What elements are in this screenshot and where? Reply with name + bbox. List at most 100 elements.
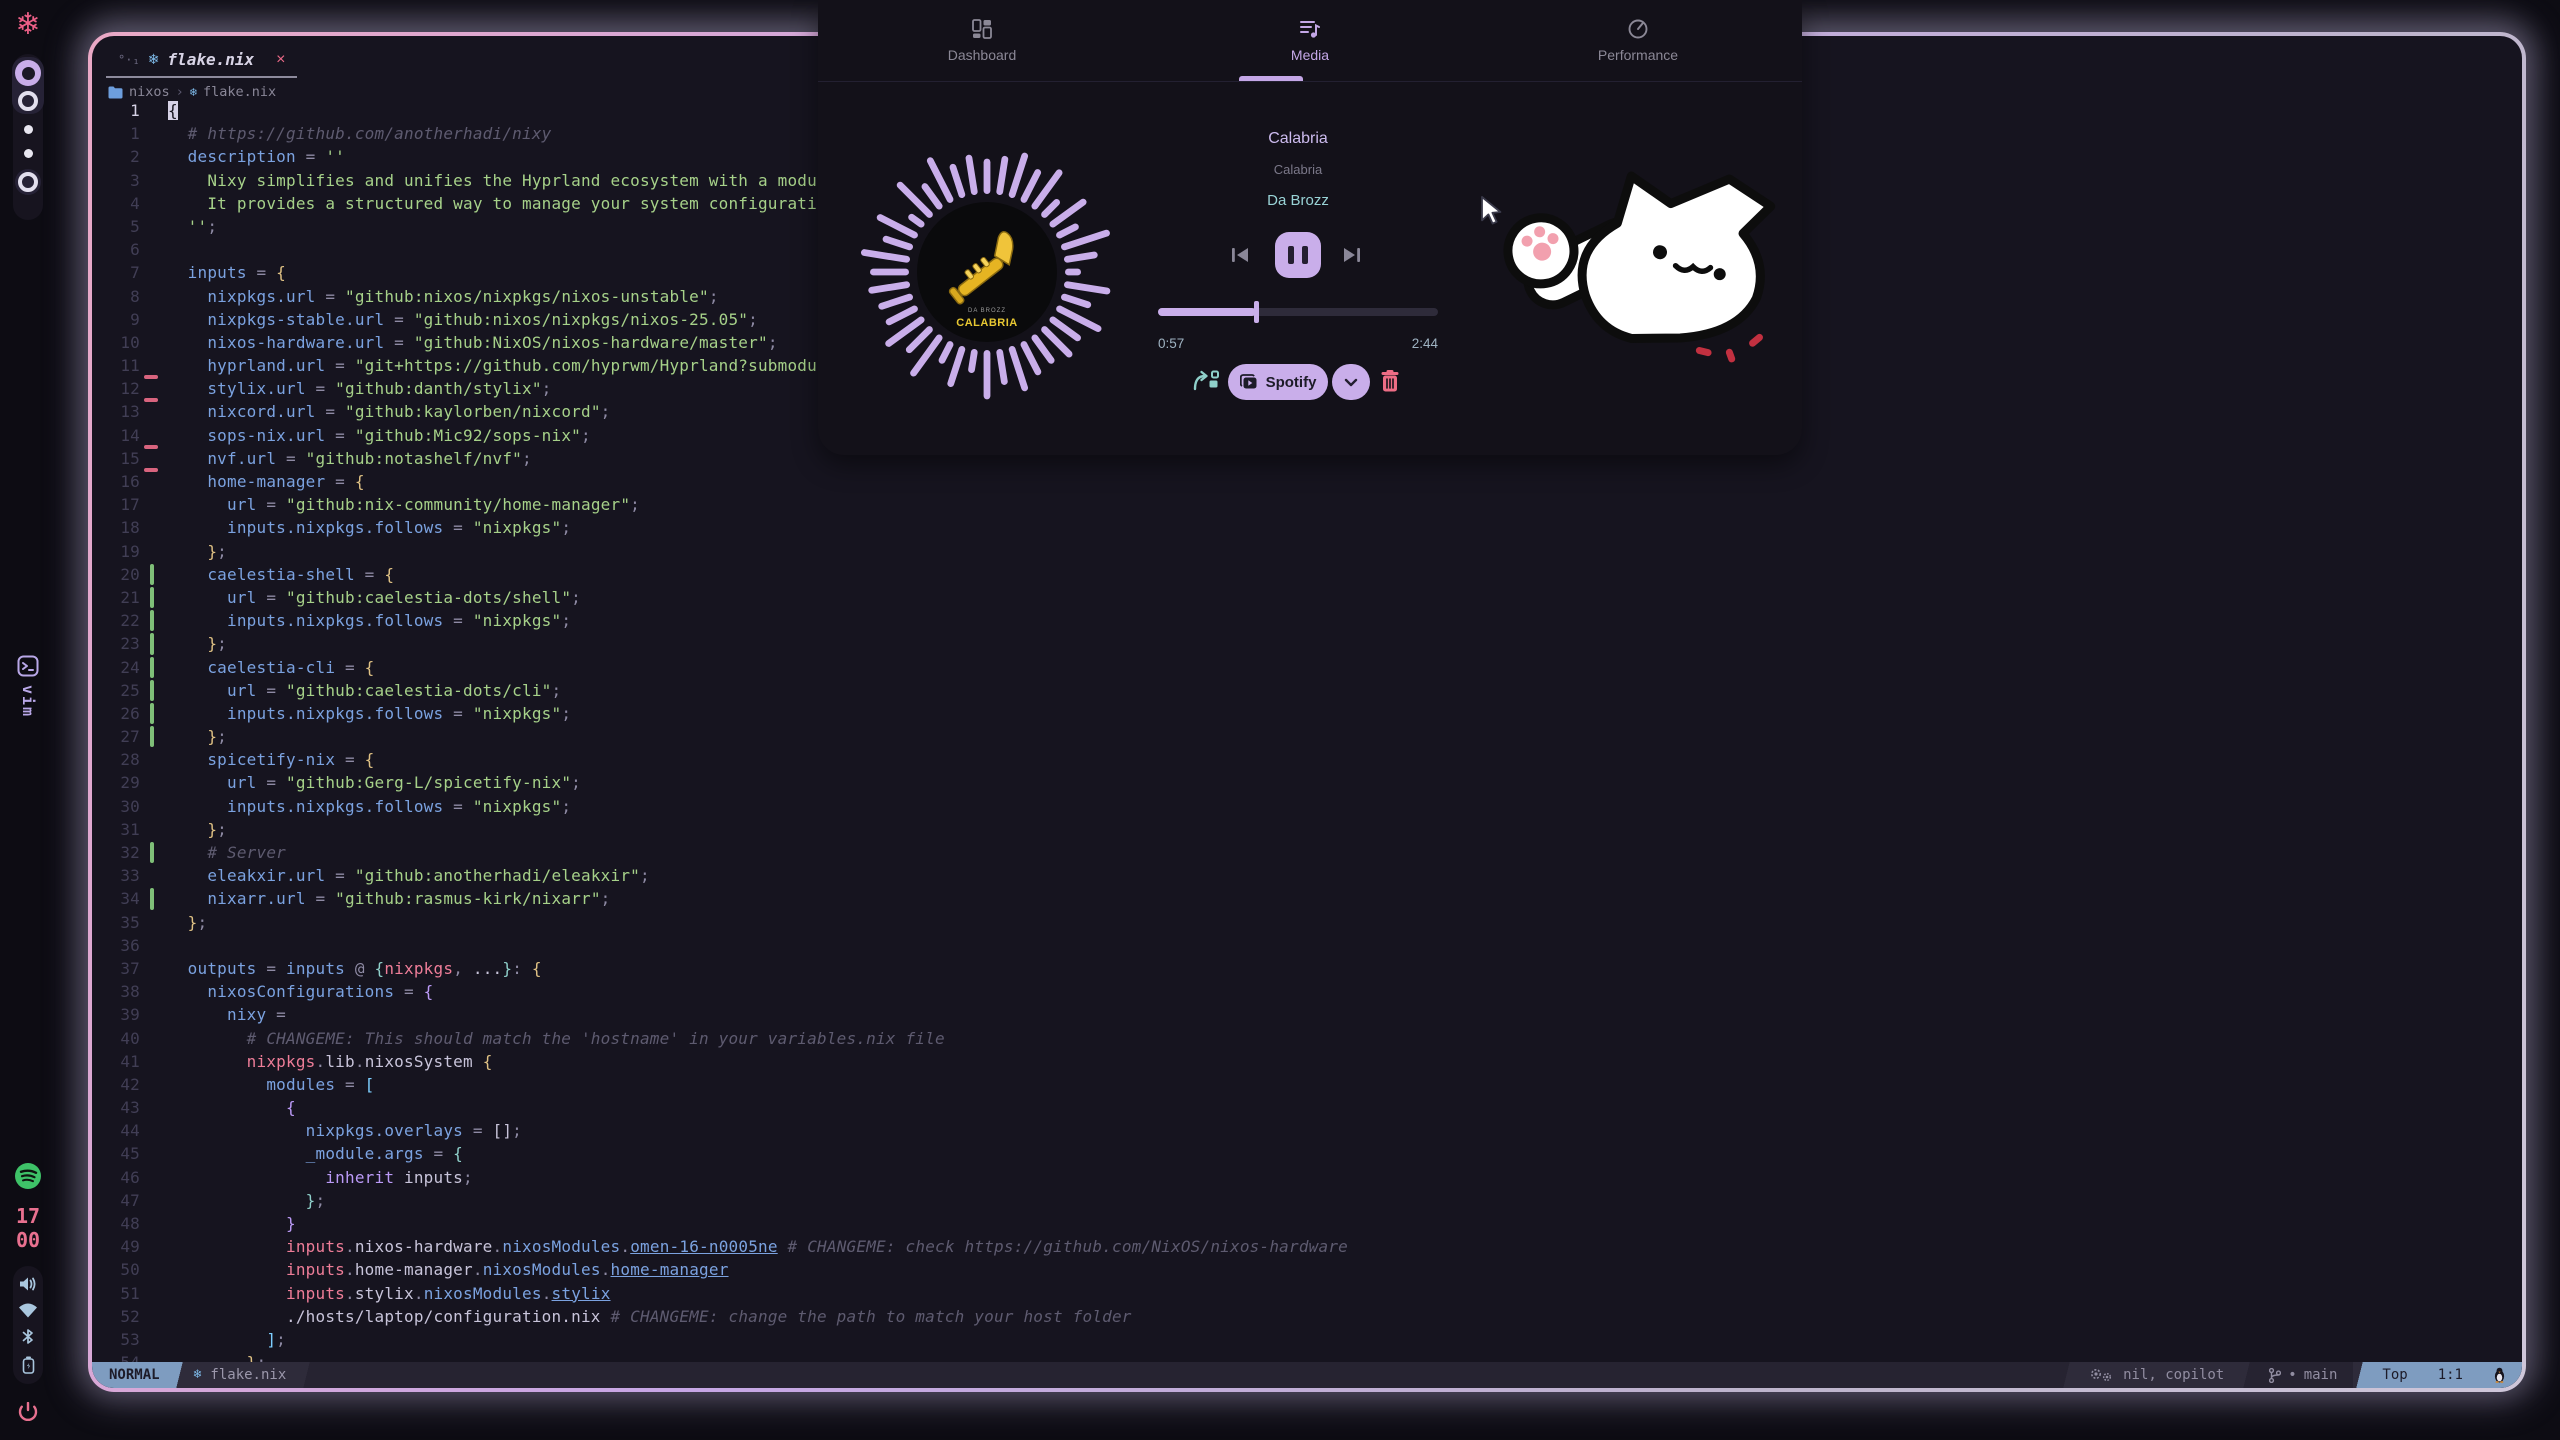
code-line[interactable]: 36 xyxy=(92,934,2522,957)
code-line[interactable]: 33 eleakxir.url = "github:anotherhadi/el… xyxy=(92,864,2522,887)
source-label: Spotify xyxy=(1266,374,1317,391)
line-number: 20 xyxy=(92,563,140,586)
code-line[interactable]: 34 nixarr.url = "github:rasmus-kirk/nixa… xyxy=(92,887,2522,910)
track-album: Calabria xyxy=(1118,162,1478,177)
clock-widget: 17 00 xyxy=(0,1204,56,1252)
code-line[interactable]: 27 }; xyxy=(92,725,2522,748)
code-line[interactable]: 40 # CHANGEME: This should match the 'ho… xyxy=(92,1027,2522,1050)
code-line[interactable]: 32 # Server xyxy=(92,841,2522,864)
previous-track-button[interactable] xyxy=(1228,243,1252,272)
code-text: url = "github:caelestia-dots/cli"; xyxy=(168,679,2522,702)
code-line[interactable]: 24 caelestia-cli = { xyxy=(92,656,2522,679)
line-number: 13 xyxy=(92,400,140,423)
workspace-3[interactable] xyxy=(24,125,33,134)
gutter-space xyxy=(140,215,168,238)
code-line[interactable]: 50 inputs.home-manager.nixosModules.home… xyxy=(92,1258,2522,1281)
code-text: nixarr.url = "github:rasmus-kirk/nixarr"… xyxy=(168,887,2522,910)
code-line[interactable]: 35 }; xyxy=(92,911,2522,934)
mouse-cursor xyxy=(1480,196,1506,226)
code-line[interactable]: 31 }; xyxy=(92,818,2522,841)
code-line[interactable]: 39 nixy = xyxy=(92,1003,2522,1026)
gutter-space xyxy=(140,1305,168,1328)
line-number: 34 xyxy=(92,887,140,910)
spotify-tray-icon[interactable] xyxy=(15,1163,41,1194)
workspace-2[interactable] xyxy=(18,91,38,111)
transfer-playback-button[interactable] xyxy=(1192,369,1220,400)
code-line[interactable]: 26 inputs.nixpkgs.follows = "nixpkgs"; xyxy=(92,702,2522,725)
code-text: url = "github:caelestia-dots/shell"; xyxy=(168,586,2522,609)
code-line[interactable]: 17 url = "github:nix-community/home-mana… xyxy=(92,493,2522,516)
code-text: ]; xyxy=(168,1328,2522,1351)
code-text: } xyxy=(168,1212,2522,1235)
code-line[interactable]: 25 url = "github:caelestia-dots/cli"; xyxy=(92,679,2522,702)
code-text: inputs.nixpkgs.follows = "nixpkgs"; xyxy=(168,516,2522,539)
code-line[interactable]: 49 inputs.nixos-hardware.nixosModules.om… xyxy=(92,1235,2522,1258)
code-line[interactable]: 16 home-manager = { xyxy=(92,470,2522,493)
code-line[interactable]: 41 nixpkgs.lib.nixosSystem { xyxy=(92,1050,2522,1073)
code-line[interactable]: 53 ]; xyxy=(92,1328,2522,1351)
line-number: 41 xyxy=(92,1050,140,1073)
gutter-space xyxy=(140,1328,168,1351)
gutter-space xyxy=(140,331,168,354)
git-branch[interactable]: • main xyxy=(2253,1362,2353,1388)
bluetooth-icon[interactable] xyxy=(22,1328,34,1345)
dashboard-grid-icon xyxy=(971,18,993,40)
code-line[interactable]: 22 inputs.nixpkgs.follows = "nixpkgs"; xyxy=(92,609,2522,632)
workspace-5[interactable] xyxy=(18,172,38,192)
breadcrumb-file[interactable]: flake.nix xyxy=(203,84,276,100)
code-line[interactable]: 30 inputs.nixpkgs.follows = "nixpkgs"; xyxy=(92,795,2522,818)
tab-performance[interactable]: Performance xyxy=(1474,0,1802,81)
workspace-1[interactable] xyxy=(15,60,41,86)
code-line[interactable]: 48 } xyxy=(92,1212,2522,1235)
line-number: 14 xyxy=(92,424,140,447)
pause-button[interactable] xyxy=(1275,232,1321,278)
code-line[interactable]: 29 url = "github:Gerg-L/spicetify-nix"; xyxy=(92,771,2522,794)
folder-icon xyxy=(108,86,123,99)
seek-bar-handle[interactable] xyxy=(1254,301,1259,323)
code-line[interactable]: 44 nixpkgs.overlays = []; xyxy=(92,1119,2522,1142)
line-number: 15 xyxy=(92,447,140,470)
code-line[interactable]: 47 }; xyxy=(92,1189,2522,1212)
code-line[interactable]: 37 outputs = inputs @ {nixpkgs, ...}: { xyxy=(92,957,2522,980)
code-line[interactable]: 38 nixosConfigurations = { xyxy=(92,980,2522,1003)
code-line[interactable]: 20 caelestia-shell = { xyxy=(92,563,2522,586)
line-number: 4 xyxy=(92,192,140,215)
code-line[interactable]: 19 }; xyxy=(92,540,2522,563)
remove-player-button[interactable] xyxy=(1380,369,1400,398)
code-text: inputs.nixpkgs.follows = "nixpkgs"; xyxy=(168,702,2522,725)
tab-flake-nix[interactable]: °·₁ ❄ flake.nix × xyxy=(106,42,297,78)
code-line[interactable]: 43 { xyxy=(92,1096,2522,1119)
volume-icon[interactable] xyxy=(19,1276,38,1292)
gutter-space xyxy=(140,122,168,145)
code-line[interactable]: 23 }; xyxy=(92,632,2522,655)
power-button[interactable] xyxy=(18,1402,38,1427)
close-tab-icon[interactable]: × xyxy=(276,51,285,69)
code-line[interactable]: 18 inputs.nixpkgs.follows = "nixpkgs"; xyxy=(92,516,2522,539)
track-title: Calabria xyxy=(1118,130,1478,148)
expand-sources-button[interactable] xyxy=(1332,364,1370,400)
code-line[interactable]: 51 inputs.stylix.nixosModules.stylix xyxy=(92,1282,2522,1305)
git-added-marker xyxy=(140,841,168,864)
tab-media[interactable]: Media xyxy=(1146,0,1474,81)
code-line[interactable]: 21 url = "github:caelestia-dots/shell"; xyxy=(92,586,2522,609)
workspace-4[interactable] xyxy=(24,149,33,158)
code-line[interactable]: 52 ./hosts/laptop/configuration.nix # CH… xyxy=(92,1305,2522,1328)
tab-label: Media xyxy=(1291,47,1329,63)
code-line[interactable]: 28 spicetify-nix = { xyxy=(92,748,2522,771)
code-line[interactable]: 42 modules = [ xyxy=(92,1073,2522,1096)
gutter-space xyxy=(140,1212,168,1235)
gutter-space xyxy=(140,516,168,539)
wifi-icon[interactable] xyxy=(18,1303,38,1318)
nix-logo-icon[interactable]: ❄ xyxy=(0,8,56,42)
code-text: caelestia-cli = { xyxy=(168,656,2522,679)
code-line[interactable]: 46 inherit inputs; xyxy=(92,1166,2522,1189)
next-track-button[interactable] xyxy=(1340,243,1364,272)
tab-dashboard[interactable]: Dashboard xyxy=(818,0,1146,81)
source-button[interactable]: Spotify xyxy=(1228,364,1328,400)
battery-icon[interactable] xyxy=(22,1356,35,1374)
code-line[interactable]: 45 _module.args = { xyxy=(92,1142,2522,1165)
seek-bar[interactable] xyxy=(1158,308,1438,316)
active-app-label: vim xyxy=(19,685,37,718)
line-number: 19 xyxy=(92,540,140,563)
breadcrumb-root[interactable]: nixos xyxy=(129,84,170,100)
